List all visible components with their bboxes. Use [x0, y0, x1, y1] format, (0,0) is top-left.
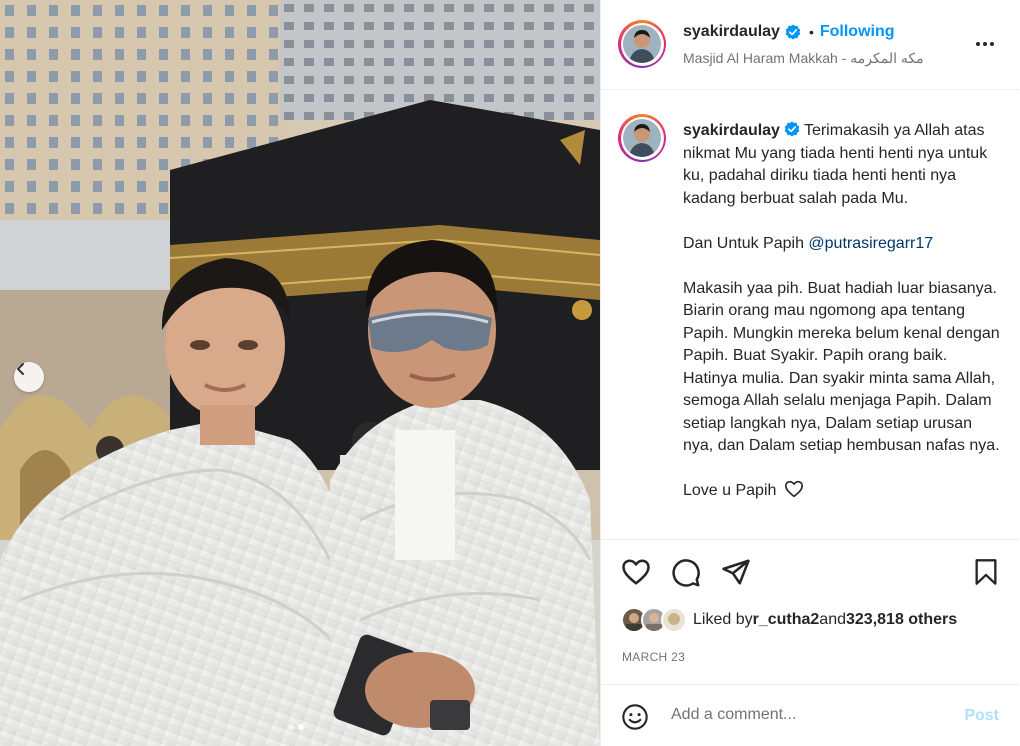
- liker-avatars: [621, 606, 689, 634]
- share-button[interactable]: [721, 558, 751, 591]
- verified-badge-icon: [784, 121, 800, 137]
- separator-bullet: •: [808, 24, 814, 40]
- caption-text-4: Love u Papih: [683, 482, 777, 499]
- carousel-dot-active: [298, 724, 304, 730]
- heart-outline-icon: [784, 480, 803, 498]
- comment-input[interactable]: [671, 703, 941, 727]
- emoji-icon: [622, 704, 648, 730]
- mention-link[interactable]: @putrasiregarr17: [808, 235, 933, 252]
- author-avatar[interactable]: [618, 20, 666, 68]
- post-date[interactable]: MARCH 23: [622, 650, 685, 664]
- comment-icon: [672, 559, 700, 587]
- post-actions-bar: [601, 552, 1019, 596]
- share-icon: [722, 559, 750, 585]
- heart-icon: [622, 559, 650, 585]
- save-button[interactable]: [973, 558, 999, 591]
- post-comment-button[interactable]: Post: [964, 707, 999, 725]
- post-caption: syakirdaulay Terimakasih ya Allah atas n…: [683, 120, 1003, 503]
- caption-text-3: Makasih yaa pih. Buat hadiah luar biasan…: [683, 279, 1000, 455]
- bookmark-icon: [975, 559, 997, 585]
- avatar-photo: [623, 119, 661, 157]
- more-options-button[interactable]: [975, 34, 995, 52]
- author-username[interactable]: syakirdaulay: [683, 23, 780, 41]
- liker-avatar[interactable]: [661, 607, 687, 633]
- add-comment-bar: Post: [601, 684, 1019, 746]
- emoji-button[interactable]: [621, 703, 649, 736]
- comment-button[interactable]: [671, 558, 701, 593]
- post-photo[interactable]: [0, 0, 600, 746]
- caption-username[interactable]: syakirdaulay: [683, 122, 780, 139]
- following-button[interactable]: Following: [820, 23, 895, 41]
- post-header: syakirdaulay • Following Masjid Al Haram…: [601, 0, 1019, 90]
- avatar-photo: [623, 25, 661, 63]
- carousel-indicator: [288, 724, 304, 730]
- carousel-dot: [288, 724, 294, 730]
- liked-by-prefix: Liked by: [693, 611, 753, 628]
- caption-text-2: Dan Untuk Papih: [683, 234, 809, 252]
- caption-avatar[interactable]: [618, 114, 666, 162]
- chevron-left-icon: [17, 363, 24, 375]
- more-icon: [976, 42, 994, 46]
- likes-summary: Liked by r_cutha2 and 323,818 others: [621, 606, 957, 634]
- header-user-line: syakirdaulay • Following: [683, 23, 895, 41]
- post-location[interactable]: Masjid Al Haram Makkah - مكه المكرمه: [683, 50, 973, 67]
- photo-illustration: [0, 0, 600, 746]
- carousel-prev-button[interactable]: [14, 362, 44, 392]
- liked-by-middle: and: [819, 611, 846, 628]
- like-button[interactable]: [621, 558, 651, 591]
- post-details-panel: syakirdaulay • Following Masjid Al Haram…: [600, 0, 1020, 746]
- likes-count[interactable]: 323,818 others: [846, 611, 957, 629]
- liked-by-user[interactable]: r_cutha2: [753, 611, 820, 629]
- comments-section: syakirdaulay Terimakasih ya Allah atas n…: [601, 90, 1019, 540]
- verified-badge-icon: [785, 24, 801, 40]
